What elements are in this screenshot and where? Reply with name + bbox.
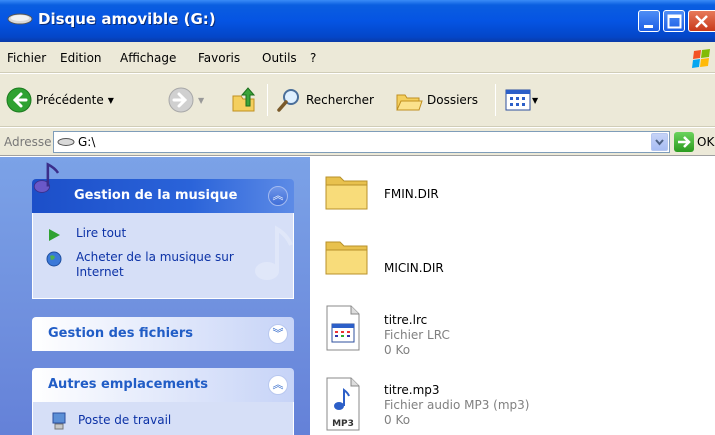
menu-bar: Fichier Edition Affichage Favoris Outils…: [0, 42, 715, 73]
file-name: MICIN.DIR: [384, 261, 444, 275]
buy-music-link-line2[interactable]: Internet: [76, 265, 124, 279]
address-value: G:\: [78, 135, 96, 149]
play-all-link[interactable]: Lire tout: [76, 226, 126, 240]
address-label: Adresse: [4, 135, 52, 149]
music-panel-header[interactable]: Gestion de la musique ︽: [32, 179, 294, 213]
folder-icon: [325, 241, 368, 275]
up-folder-icon: [232, 87, 256, 112]
maximize-button[interactable]: [663, 10, 685, 32]
file-tasks-panel-title: Gestion des fichiers: [48, 326, 194, 341]
forward-arrow-icon: [168, 87, 194, 113]
removable-drive-icon: [7, 13, 33, 25]
music-panel-body: Lire tout Acheter de la musique sur Inte…: [32, 213, 294, 299]
address-dropdown-button[interactable]: [651, 133, 668, 151]
window-title: Disque amovible (G:): [38, 10, 216, 28]
music-note-icon: [33, 162, 60, 193]
other-places-panel-body: Poste de travail: [32, 402, 294, 435]
forward-button[interactable]: ▼: [168, 86, 204, 114]
search-icon: [277, 89, 299, 112]
other-places-panel-header[interactable]: Autres emplacements ︽: [32, 368, 294, 402]
file-name: titre.lrc: [384, 313, 428, 327]
address-input[interactable]: G:\: [53, 131, 670, 153]
collapse-icon[interactable]: ︽: [268, 375, 288, 395]
folder-icon: [325, 176, 368, 210]
minimize-button[interactable]: [638, 10, 660, 32]
file-name: titre.mp3: [384, 383, 440, 397]
file-tasks-panel-header[interactable]: Gestion des fichiers ︾: [32, 317, 294, 351]
menu-fichier[interactable]: Fichier: [7, 51, 46, 65]
file-name: FMIN.DIR: [384, 187, 439, 201]
menu-help[interactable]: ?: [310, 51, 316, 65]
globe-icon: [46, 251, 62, 267]
windows-logo-icon: [692, 49, 710, 68]
my-computer-icon: [52, 412, 66, 430]
buy-music-link[interactable]: Acheter de la musique sur: [76, 250, 234, 264]
close-button[interactable]: [688, 10, 715, 32]
task-pane: Gestion de la musique ︽ Lire tout Achete…: [0, 157, 310, 435]
file-size: 0 Ko: [384, 343, 411, 357]
folders-icon: [396, 94, 423, 111]
file-size: 0 Ko: [384, 413, 411, 427]
menu-affichage[interactable]: Affichage: [120, 51, 176, 65]
views-icon: [505, 89, 531, 111]
list-item[interactable]: FMIN.DIR: [311, 167, 691, 227]
menu-outils[interactable]: Outils: [262, 51, 297, 65]
address-bar: Adresse G:\ OK: [0, 128, 715, 156]
toolbar-separator: [495, 84, 496, 116]
close-icon: [695, 15, 708, 28]
search-label: Rechercher: [306, 93, 374, 107]
other-places-panel-title: Autres emplacements: [48, 377, 209, 392]
back-label: Précédente: [36, 93, 104, 107]
file-type: Fichier audio MP3 (mp3): [384, 398, 530, 412]
list-item[interactable]: titre.lrc Fichier LRC 0 Ko: [311, 304, 691, 364]
up-folder-button[interactable]: [230, 86, 258, 114]
menu-edition[interactable]: Edition: [60, 51, 102, 65]
music-watermark-icon: [255, 225, 293, 280]
expand-icon[interactable]: ︾: [268, 324, 288, 344]
file-type: Fichier LRC: [384, 328, 450, 342]
mp3-badge-text: MP3: [332, 419, 354, 429]
my-computer-link[interactable]: Poste de travail: [78, 413, 171, 427]
back-arrow-icon: [6, 87, 32, 113]
play-icon: [49, 229, 60, 241]
music-panel-title: Gestion de la musique: [74, 188, 238, 203]
folders-label: Dossiers: [427, 93, 478, 107]
views-dropdown-icon[interactable]: ▼: [532, 96, 538, 105]
go-arrow-icon: [678, 136, 691, 148]
title-bar[interactable]: Disque amovible (G:): [0, 0, 715, 42]
removable-drive-icon: [57, 138, 75, 146]
go-button[interactable]: [674, 132, 694, 152]
chevron-down-icon: [655, 139, 664, 146]
list-item[interactable]: MP3 titre.mp3 Fichier audio MP3 (mp3) 0 …: [311, 374, 691, 434]
maximize-icon: [667, 14, 682, 29]
list-item[interactable]: MICIN.DIR: [311, 232, 691, 292]
file-list: FMIN.DIR MICIN.DIR titre.lrc Fichier LRC…: [311, 157, 715, 435]
toolbar: Précédente ▼ ▼ Rechercher Dossiers ▼: [0, 74, 715, 127]
toolbar-separator: [267, 84, 268, 116]
mp3-file-icon: MP3: [326, 377, 360, 431]
collapse-icon[interactable]: ︽: [268, 186, 288, 206]
back-button[interactable]: Précédente ▼: [6, 86, 114, 114]
folders-button[interactable]: Dossiers: [395, 86, 478, 114]
back-dropdown-icon[interactable]: ▼: [108, 96, 114, 105]
menu-favoris[interactable]: Favoris: [198, 51, 240, 65]
minimize-icon: [644, 25, 653, 28]
go-label[interactable]: OK: [697, 135, 714, 149]
lrc-file-icon: [326, 305, 360, 351]
search-button[interactable]: Rechercher: [276, 86, 374, 114]
views-button[interactable]: ▼: [505, 86, 538, 114]
forward-dropdown-icon[interactable]: ▼: [198, 96, 204, 105]
